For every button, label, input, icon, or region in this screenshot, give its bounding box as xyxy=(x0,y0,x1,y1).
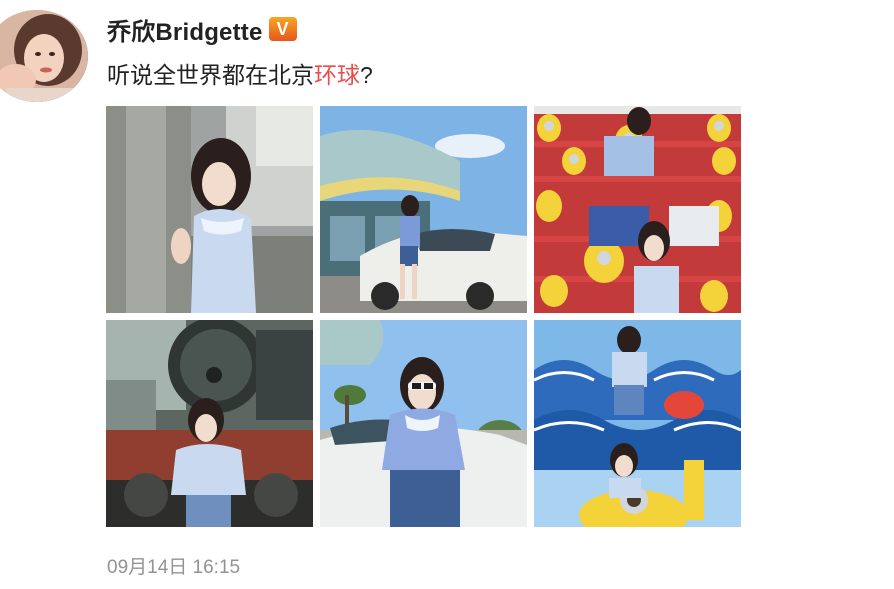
photo-3[interactable] xyxy=(534,106,741,313)
photo-woman-steam-train-icon xyxy=(106,320,313,527)
verified-badge-label: V xyxy=(276,19,289,39)
username-row: 乔欣Bridgette V xyxy=(107,12,297,46)
post-text: 听说全世界都在北京环球? xyxy=(107,59,373,91)
user-avatar[interactable] xyxy=(0,10,88,102)
photo-6[interactable] xyxy=(534,320,741,527)
photo-woman-minions-shop-icon xyxy=(534,106,741,313)
topic-link[interactable]: 环球 xyxy=(314,62,360,88)
username[interactable]: 乔欣Bridgette xyxy=(107,12,263,47)
post-text-suffix: ? xyxy=(360,62,373,88)
photo-woman-sunglasses-white-car-icon xyxy=(320,320,527,527)
photo-4[interactable] xyxy=(106,320,313,527)
photo-woman-white-car-blue-sky-icon xyxy=(320,106,527,313)
post-timestamp[interactable]: 09月14日 16:15 xyxy=(107,552,240,579)
weibo-post: 乔欣Bridgette V 听说全世界都在北京环球? 09月14日 16:15 xyxy=(0,0,894,589)
verified-badge-icon: V xyxy=(268,17,297,41)
photo-woman-stone-pillar-icon xyxy=(106,106,313,313)
photo-1[interactable] xyxy=(106,106,313,313)
post-text-prefix: 听说全世界都在北京 xyxy=(107,62,314,88)
photo-2[interactable] xyxy=(320,106,527,313)
photo-woman-minions-blue-waves-icon xyxy=(534,320,741,527)
photo-5[interactable] xyxy=(320,320,527,527)
photo-grid xyxy=(106,106,741,527)
